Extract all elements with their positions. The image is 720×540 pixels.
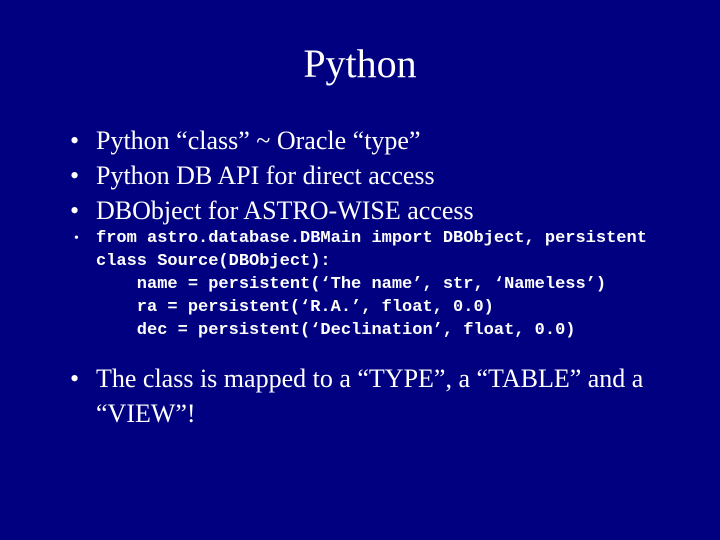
bullet-item-3: DBObject for ASTRO-WISE access: [70, 193, 670, 228]
code-class-block-wrap: class Source(DBObject): name = persisten…: [96, 251, 670, 343]
bullet-text-2: Python DB API for direct access: [96, 161, 435, 190]
bullet-item-1: Python “class” ~ Oracle “type”: [70, 123, 670, 158]
bullet-text-1: Python “class” ~ Oracle “type”: [96, 126, 421, 155]
slide: Python Python “class” ~ Oracle “type” Py…: [0, 0, 720, 540]
bullet-text-5: The class is mapped to a “TYPE”, a “TABL…: [96, 364, 643, 428]
bullet-text-3: DBObject for ASTRO-WISE access: [96, 196, 474, 225]
bullet-item-5: The class is mapped to a “TYPE”, a “TABL…: [70, 361, 670, 431]
slide-title: Python: [50, 40, 670, 87]
code-import-line: from astro.database.DBMain import DBObje…: [96, 228, 670, 251]
bullet-item-code: from astro.database.DBMain import DBObje…: [70, 228, 670, 251]
bullet-list: Python “class” ~ Oracle “type” Python DB…: [70, 123, 670, 251]
bullet-list-2: The class is mapped to a “TYPE”, a “TABL…: [70, 361, 670, 431]
bullet-item-2: Python DB API for direct access: [70, 158, 670, 193]
code-class-block: class Source(DBObject): name = persisten…: [96, 251, 670, 343]
